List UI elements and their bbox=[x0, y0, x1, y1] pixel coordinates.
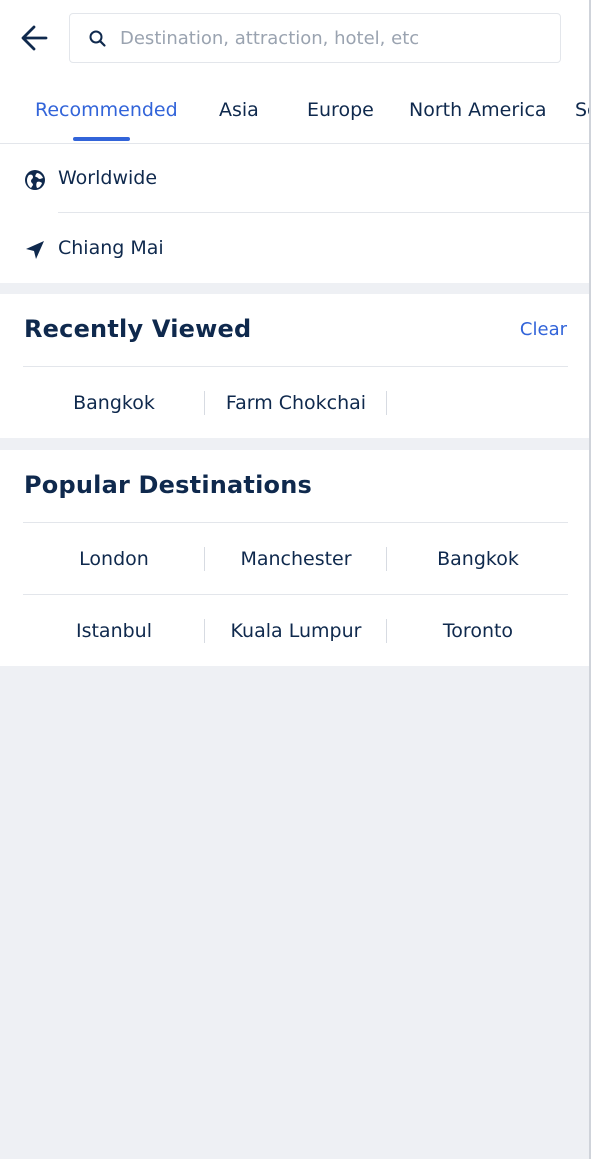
recently-viewed-section: Recently Viewed Clear Bangkok Farm Chokc… bbox=[0, 294, 589, 438]
search-icon bbox=[89, 30, 106, 47]
destination-kuala-lumpur[interactable]: Kuala Lumpur bbox=[205, 619, 387, 643]
divider bbox=[23, 366, 568, 367]
recent-item-bangkok[interactable]: Bangkok bbox=[23, 391, 205, 415]
active-tab-indicator bbox=[73, 137, 130, 141]
section-title: Recently Viewed bbox=[24, 315, 252, 343]
region-tabs: Recommended Asia Europe North America So… bbox=[0, 88, 589, 143]
location-label: Chiang Mai bbox=[58, 237, 164, 259]
location-item-worldwide[interactable]: Worldwide bbox=[0, 144, 589, 214]
location-label: Worldwide bbox=[58, 167, 158, 189]
destination-london[interactable]: London bbox=[23, 547, 205, 571]
divider bbox=[23, 594, 568, 595]
location-arrow-icon bbox=[26, 241, 44, 259]
section-title: Popular Destinations bbox=[24, 471, 312, 499]
clear-button[interactable]: Clear bbox=[520, 319, 567, 340]
tab-recommended[interactable]: Recommended bbox=[35, 88, 178, 143]
divider bbox=[58, 212, 589, 213]
arrow-left-icon bbox=[21, 25, 48, 51]
popular-destinations-section: Popular Destinations London Manchester B… bbox=[0, 450, 589, 666]
recent-item-farm-chokchai[interactable]: Farm Chokchai bbox=[205, 391, 387, 415]
tab-asia[interactable]: Asia bbox=[219, 88, 259, 143]
search-box[interactable] bbox=[69, 13, 561, 63]
destination-toronto[interactable]: Toronto bbox=[387, 619, 569, 643]
globe-icon bbox=[25, 170, 45, 190]
location-item-current[interactable]: Chiang Mai bbox=[0, 214, 589, 284]
destination-manchester[interactable]: Manchester bbox=[205, 547, 387, 571]
tab-north-america[interactable]: North America bbox=[409, 88, 547, 143]
tab-south-america[interactable]: South America bbox=[575, 88, 589, 143]
back-button[interactable] bbox=[14, 18, 54, 58]
destination-bangkok[interactable]: Bangkok bbox=[387, 547, 569, 571]
destination-istanbul[interactable]: Istanbul bbox=[23, 619, 205, 643]
search-input[interactable] bbox=[120, 14, 550, 62]
location-list: Worldwide Chiang Mai bbox=[0, 144, 589, 283]
header: Recommended Asia Europe North America So… bbox=[0, 0, 589, 144]
separator bbox=[386, 391, 387, 415]
tab-europe[interactable]: Europe bbox=[307, 88, 374, 143]
divider bbox=[23, 522, 568, 523]
